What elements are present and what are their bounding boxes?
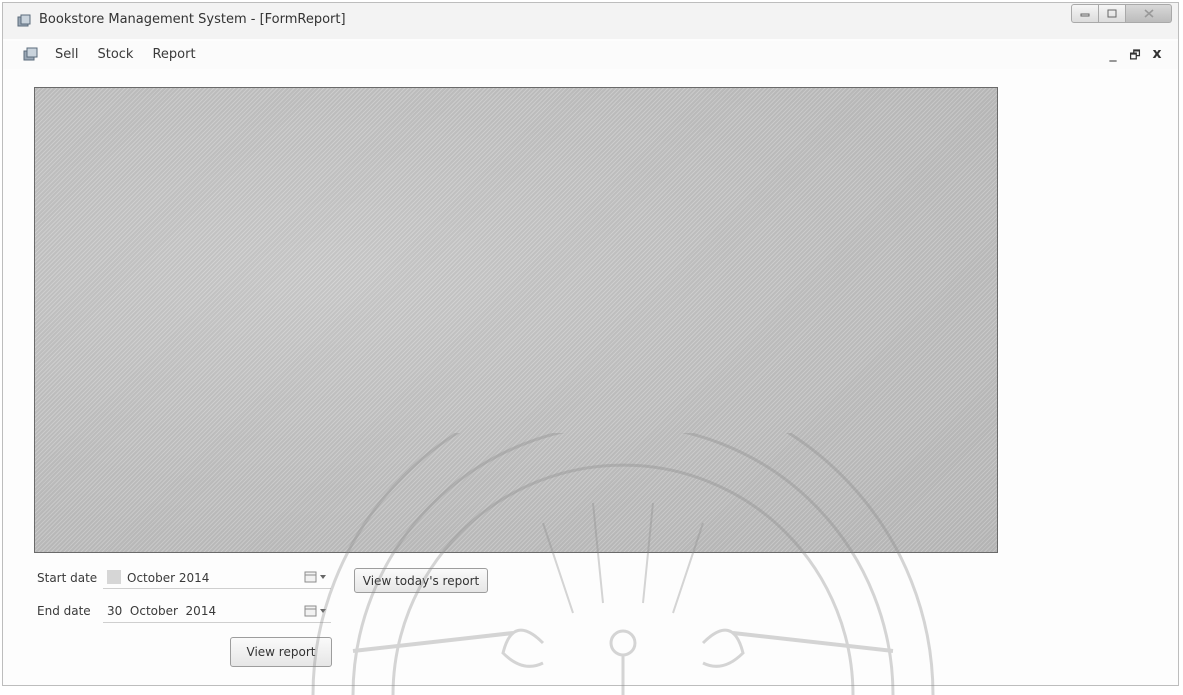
report-viewer[interactable]	[34, 87, 998, 553]
minimize-window-button[interactable]	[1071, 4, 1099, 23]
mdi-child-icon[interactable]	[23, 47, 38, 62]
mdi-close-button[interactable]: x	[1146, 46, 1168, 67]
start-date-picker[interactable]: October 2014	[103, 567, 331, 589]
title-bar: Bookstore Management System - [FormRepor…	[3, 3, 1178, 39]
app-window: Bookstore Management System - [FormRepor…	[2, 2, 1179, 695]
caption-buttons	[1071, 4, 1172, 23]
start-date-text: October 2014	[127, 571, 210, 585]
start-day-selection	[107, 570, 121, 584]
menu-bar: Sell Stock Report _ 🗗 x	[3, 41, 1178, 69]
menu-items: Sell Stock Report	[55, 47, 215, 62]
app-icon	[17, 14, 31, 27]
menu-item-stock[interactable]: Stock	[97, 47, 133, 62]
end-date-picker[interactable]: 30 October 2014	[103, 601, 331, 623]
calendar-dropdown-icon[interactable]	[303, 604, 329, 618]
close-icon	[1143, 9, 1154, 18]
mdi-controls: _ 🗗 x	[1102, 46, 1168, 67]
menu-item-sell[interactable]: Sell	[55, 47, 78, 62]
maximize-icon	[1107, 9, 1117, 18]
start-date-value: October 2014	[107, 570, 209, 585]
mdi-minimize-button[interactable]: _	[1102, 46, 1124, 67]
menu-item-report[interactable]: Report	[152, 47, 195, 62]
end-date-value: 30 October 2014	[107, 604, 217, 618]
minimize-icon	[1080, 13, 1090, 16]
mdi-restore-button[interactable]: 🗗	[1124, 46, 1146, 67]
window-title: Bookstore Management System - [FormRepor…	[39, 12, 346, 27]
view-todays-report-button[interactable]: View today's report	[354, 568, 488, 593]
start-date-label: Start date	[37, 571, 98, 585]
end-date-label: End date	[37, 604, 91, 618]
view-report-button[interactable]: View report	[230, 637, 332, 667]
maximize-window-button[interactable]	[1099, 4, 1126, 23]
close-window-button[interactable]	[1126, 4, 1172, 23]
calendar-dropdown-icon[interactable]	[303, 570, 329, 584]
